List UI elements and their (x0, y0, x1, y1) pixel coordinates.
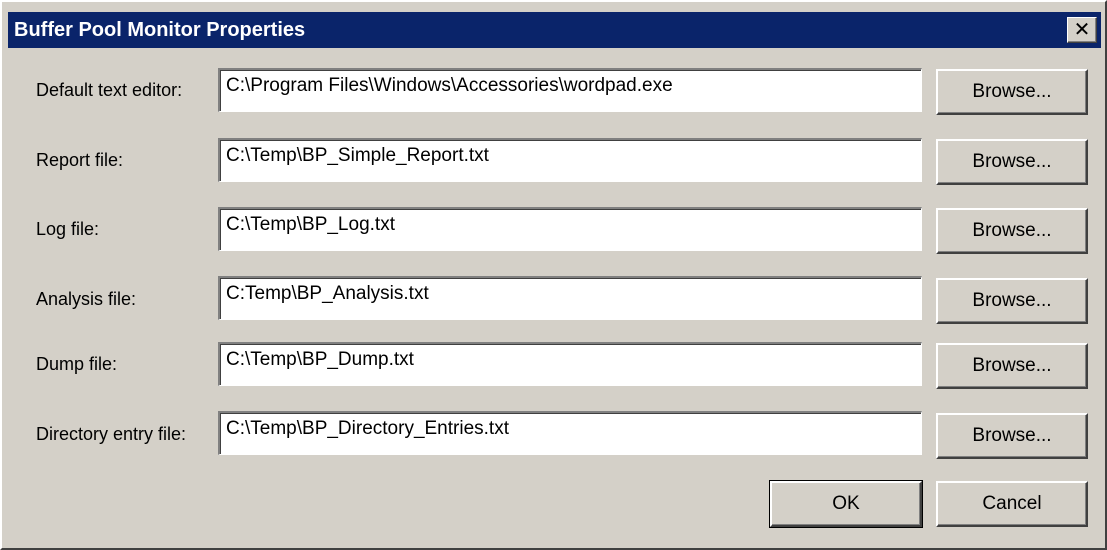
default-text-editor-field[interactable]: C:\Program Files\Windows\Accessories\wor… (218, 68, 922, 112)
analysis-file-field[interactable]: C:Temp\BP_Analysis.txt (218, 276, 922, 320)
dump-file-label: Dump file: (36, 354, 118, 374)
dialog-title: Buffer Pool Monitor Properties (14, 19, 306, 41)
ok-button[interactable]: OK (769, 480, 923, 528)
browse-analysis-file-button[interactable]: Browse... (936, 278, 1088, 324)
browse-directory-entry-file-button[interactable]: Browse... (936, 413, 1088, 459)
close-icon[interactable]: ✕ (1067, 17, 1097, 43)
log-file-field[interactable]: C:\Temp\BP_Log.txt (218, 207, 922, 251)
report-file-label: Report file: (36, 150, 124, 170)
browse-report-file-button[interactable]: Browse... (936, 139, 1088, 185)
browse-log-file-button[interactable]: Browse... (936, 208, 1088, 254)
browse-default-text-editor-button[interactable]: Browse... (936, 69, 1088, 115)
properties-dialog: Buffer Pool Monitor Properties ✕ Default… (0, 0, 1107, 550)
default-text-editor-label: Default text editor: (36, 80, 183, 100)
title-bar[interactable]: Buffer Pool Monitor Properties ✕ (8, 12, 1101, 48)
analysis-file-label: Analysis file: (36, 289, 137, 309)
browse-dump-file-button[interactable]: Browse... (936, 343, 1088, 389)
dump-file-field[interactable]: C:\Temp\BP_Dump.txt (218, 342, 922, 386)
directory-entry-file-label: Directory entry file: (36, 424, 187, 444)
directory-entry-file-field[interactable]: C:\Temp\BP_Directory_Entries.txt (218, 411, 922, 455)
report-file-field[interactable]: C:\Temp\BP_Simple_Report.txt (218, 138, 922, 182)
cancel-button[interactable]: Cancel (936, 481, 1088, 527)
log-file-label: Log file: (36, 219, 100, 239)
